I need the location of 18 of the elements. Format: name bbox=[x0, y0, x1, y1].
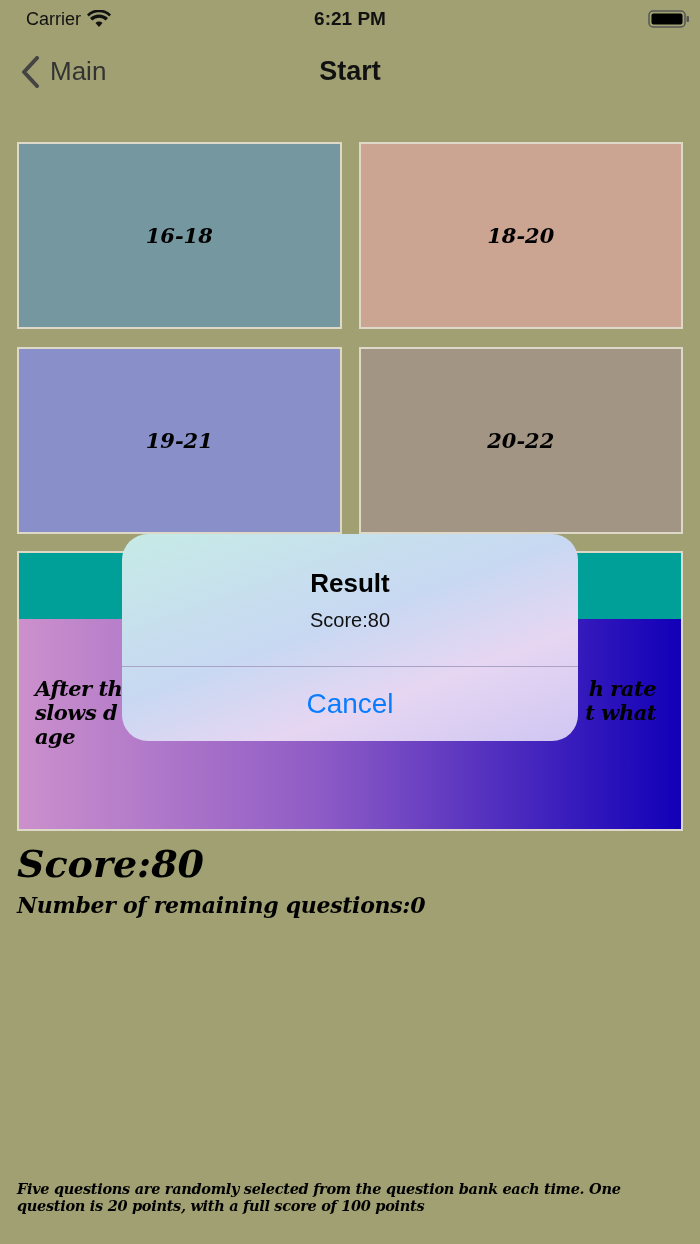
alert-title: Result bbox=[310, 568, 390, 599]
question-text: h rate t what bbox=[585, 677, 656, 727]
rules-note: Five questions are randomly selected from the question bank each time. One question is 20 points, with a full score of 100 points bbox=[17, 1180, 622, 1214]
question-text: After th slows d age bbox=[35, 677, 123, 749]
answer-option[interactable]: 19-21 bbox=[17, 347, 342, 534]
clock-time: 6:21 PM bbox=[314, 8, 386, 30]
battery-icon bbox=[648, 10, 690, 28]
answer-option[interactable]: 16-18 bbox=[17, 142, 342, 329]
score-text: Score:80 bbox=[17, 841, 205, 886]
answer-option[interactable]: 20-22 bbox=[358, 347, 683, 534]
chevron-left-icon bbox=[20, 55, 40, 88]
back-button[interactable]: Main bbox=[0, 55, 107, 88]
nav-title: Start bbox=[319, 56, 381, 86]
answer-option[interactable]: 18-20 bbox=[358, 142, 683, 329]
wifi-icon bbox=[87, 10, 111, 28]
carrier-label: Carrier bbox=[26, 8, 81, 30]
alert-message: Score:80 bbox=[309, 609, 391, 632]
remaining-questions-text: Number of remaining questions:0 bbox=[17, 892, 426, 918]
